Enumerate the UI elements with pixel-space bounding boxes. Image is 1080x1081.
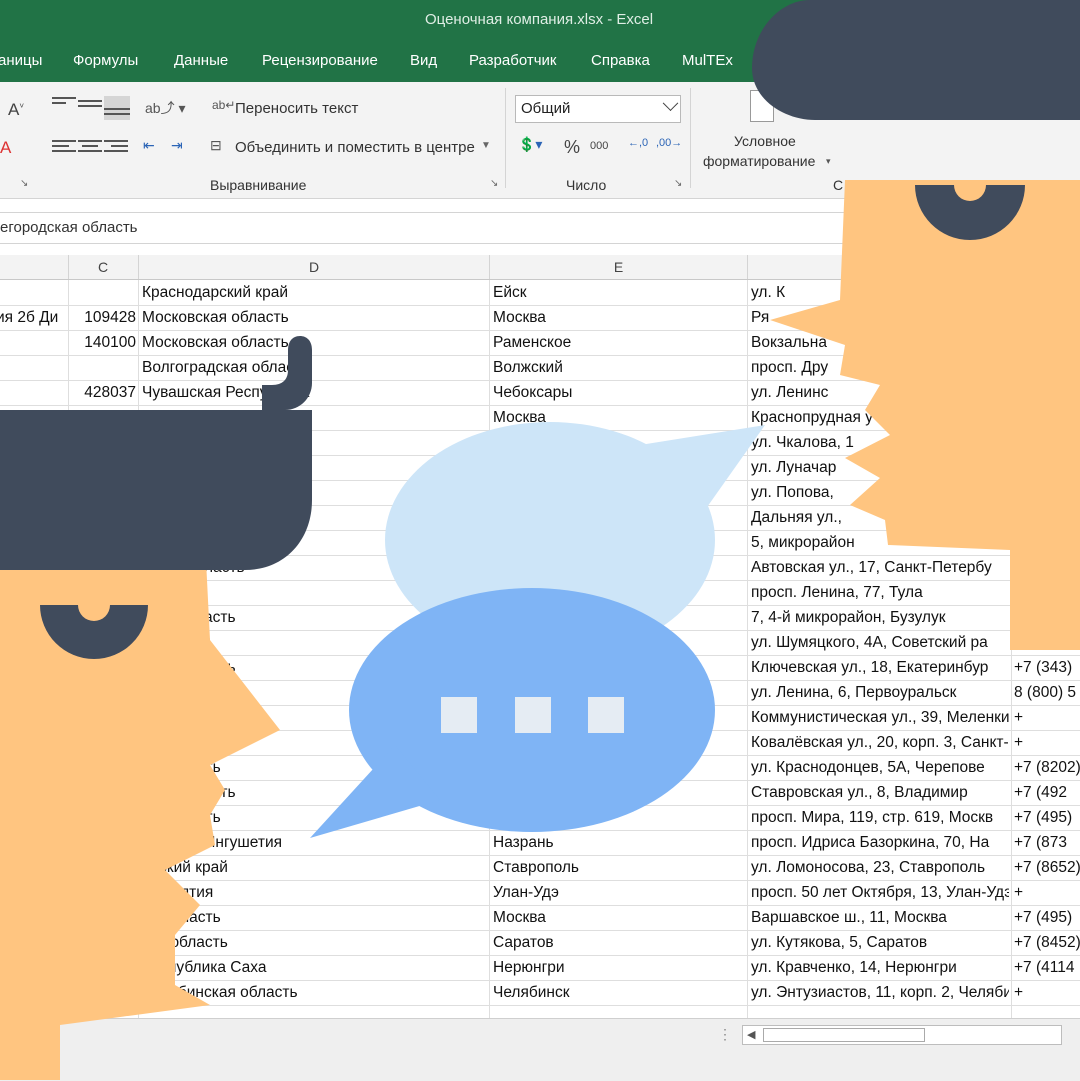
face-profile-left-icon [0,336,312,1080]
speech-bubble-typing-icon [310,588,715,838]
conversation-illustration [0,0,1080,1080]
face-profile-right-icon [752,0,1080,650]
